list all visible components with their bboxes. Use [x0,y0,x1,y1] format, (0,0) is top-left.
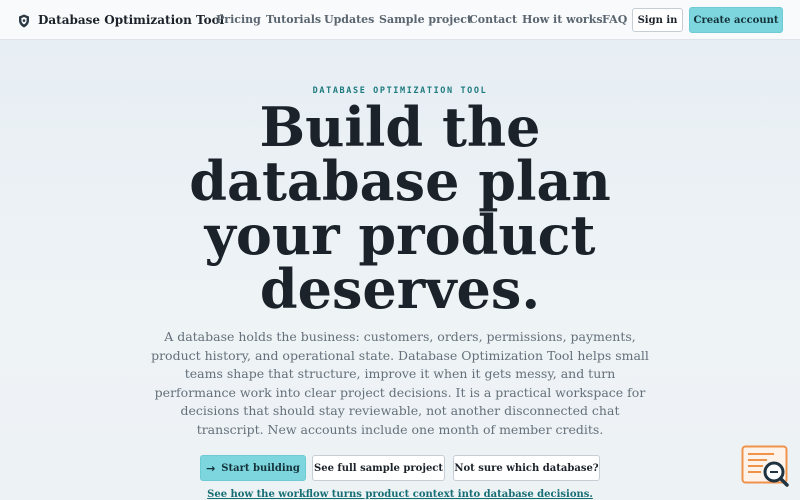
nav-link-updates[interactable]: Updates [324,13,374,26]
nav-link-contact[interactable]: Contact [469,13,517,26]
sample-project-button[interactable]: See full sample project [312,455,445,481]
arrow-right-icon: → [206,461,216,475]
workflow-link[interactable]: See how the workflow turns product conte… [0,489,800,500]
hero-headline: Build the database plan your product des… [0,100,800,316]
headline-line-4: deserves. [259,257,541,321]
start-building-label: Start building [221,462,300,474]
nav-link-sample-project[interactable]: Sample project [379,13,472,26]
brand-name: Database Optimization Tool [38,13,225,27]
headline-line-1: Build the [259,95,541,159]
create-account-button[interactable]: Create account [689,7,783,33]
brand[interactable]: Database Optimization Tool [18,11,224,29]
nav-link-faq[interactable]: FAQ [602,13,627,26]
database-help-button[interactable]: Not sure which database? [453,455,600,481]
search-document-icon [741,445,789,487]
nav-link-how-it-works[interactable]: How it works [522,13,603,26]
headline-line-3: your product [204,203,596,267]
nav-link-tutorials[interactable]: Tutorials [266,13,321,26]
top-navbar: Database Optimization Tool Pricing Tutor… [0,0,800,40]
sign-in-button[interactable]: Sign in [632,8,683,32]
start-building-button[interactable]: → Start building [200,455,306,481]
nav-link-pricing[interactable]: Pricing [216,13,261,26]
hero-lede: A database holds the business: customers… [151,329,649,437]
shield-icon [18,13,30,28]
headline-line-2: database plan [189,149,611,213]
assistant-widget[interactable] [741,445,791,490]
